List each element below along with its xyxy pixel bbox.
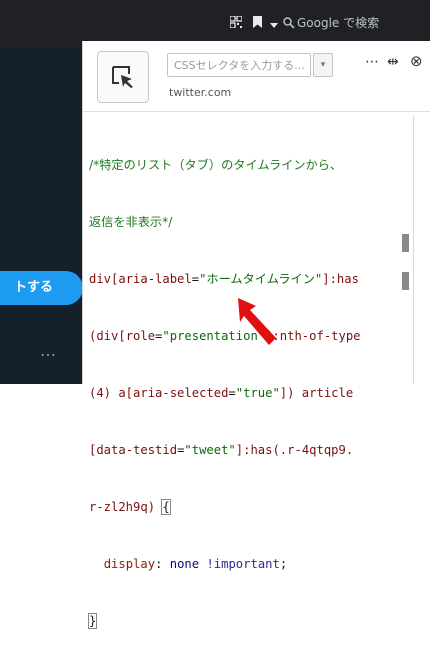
code-token: ]:has(.r-4qtqp9. bbox=[235, 443, 354, 457]
code-token: data-testid bbox=[96, 443, 178, 457]
scrollbar-marker[interactable] bbox=[402, 272, 409, 290]
code-comment: /*特定のリスト（タブ）のタイムラインから、 bbox=[89, 158, 343, 172]
browser-toolbar: Google で検索 bbox=[0, 0, 430, 47]
element-picker-button[interactable] bbox=[97, 51, 149, 103]
more-menu-icon[interactable]: ⋯ bbox=[365, 55, 379, 69]
close-icon[interactable]: ⊗ bbox=[410, 54, 423, 69]
editor-scrollbar[interactable] bbox=[402, 116, 411, 384]
code-token: = bbox=[228, 386, 236, 400]
code-line: div[aria-label="ホームタイムライン"]:has bbox=[89, 270, 389, 289]
bookmark-icon[interactable] bbox=[253, 16, 262, 32]
code-token: ]:has bbox=[322, 272, 359, 286]
code-token: aria-label bbox=[118, 272, 192, 286]
more-options-icon[interactable]: … bbox=[40, 341, 57, 360]
scrollbar-marker[interactable] bbox=[402, 234, 409, 252]
header-divider bbox=[83, 111, 430, 112]
code-token: role bbox=[125, 329, 156, 343]
close-brace: } bbox=[87, 613, 98, 629]
open-brace: { bbox=[161, 499, 171, 515]
css-important: !important bbox=[206, 557, 280, 571]
code-token: [ bbox=[89, 443, 97, 457]
code-line: (4) a[aria-selected="true"]) article bbox=[89, 384, 389, 403]
code-token: "true" bbox=[235, 386, 280, 400]
css-value: none bbox=[169, 557, 200, 571]
code-line: 返信を非表示*/ bbox=[89, 213, 389, 232]
code-line: } bbox=[87, 612, 389, 631]
code-line: [data-testid="tweet"]:has(.r-4qtqp9. bbox=[89, 441, 389, 460]
text-caret bbox=[96, 613, 98, 627]
tweet-button[interactable]: トする bbox=[0, 271, 83, 305]
qr-code-icon[interactable] bbox=[229, 15, 243, 32]
css-selector-input[interactable] bbox=[167, 53, 311, 77]
cursor-select-icon bbox=[112, 66, 133, 88]
annotation-arrow-icon bbox=[238, 298, 276, 345]
code-line: r-zl2h9q) { bbox=[89, 498, 389, 517]
twitter-sidebar: トする … bbox=[0, 47, 83, 384]
code-token: ]) article bbox=[279, 386, 354, 400]
chevron-down-icon[interactable] bbox=[270, 19, 278, 33]
code-token: div[ bbox=[89, 272, 119, 286]
code-comment: 返信を非表示*/ bbox=[89, 215, 173, 229]
site-hostname: twitter.com bbox=[169, 86, 232, 99]
search-box[interactable]: Google で検索 bbox=[297, 16, 379, 30]
code-token: "tweet" bbox=[184, 443, 236, 457]
code-token: (4) a[ bbox=[89, 386, 134, 400]
css-property: display bbox=[103, 557, 156, 571]
code-token: : bbox=[155, 557, 170, 571]
code-token: (div[ bbox=[89, 329, 126, 343]
panel-right-divider bbox=[413, 116, 414, 384]
code-token: "ホームタイムライン" bbox=[199, 272, 323, 286]
panel-header: ▾ twitter.com ⋯ ⇹ ⊗ bbox=[83, 41, 430, 111]
code-line: /*特定のリスト（タブ）のタイムラインから、 bbox=[89, 156, 389, 175]
code-token: ; bbox=[279, 557, 288, 571]
code-token: r-zl2h9q) bbox=[89, 500, 163, 514]
code-line: display: none !important; bbox=[89, 555, 389, 574]
selector-dropdown-button[interactable]: ▾ bbox=[313, 53, 333, 77]
code-token: = bbox=[177, 443, 185, 457]
search-icon bbox=[283, 17, 295, 33]
split-view-icon[interactable]: ⇹ bbox=[387, 55, 399, 69]
code-token: aria-selected bbox=[133, 386, 229, 400]
code-token: = bbox=[191, 272, 200, 286]
